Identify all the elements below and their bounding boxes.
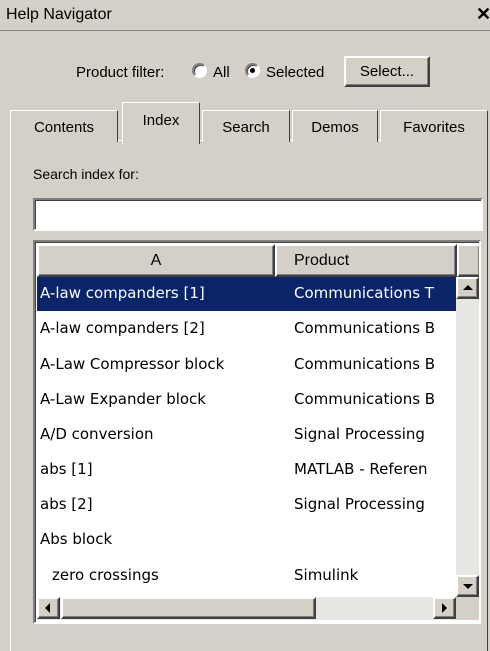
tab-index-label: Index: [142, 112, 180, 129]
index-term: A/D conversion: [40, 425, 154, 443]
arrow-down-icon: [463, 584, 473, 589]
title-bar: Help Navigator ✕: [0, 0, 490, 31]
table-row[interactable]: abs [2] Signal Processing: [37, 488, 456, 522]
index-term: A-law companders [1]: [40, 284, 205, 302]
scroll-down-button[interactable]: [456, 575, 479, 597]
index-term: abs [2]: [40, 495, 93, 513]
radio-all-label: All: [213, 64, 230, 81]
tab-demos-label: Demos: [311, 119, 359, 136]
search-index-label: Search index for:: [33, 166, 139, 182]
table-body: A-law companders [1] Communications T A-l…: [37, 277, 456, 597]
table-row[interactable]: zero crossings Simulink: [37, 559, 456, 593]
tab-index[interactable]: Index: [122, 102, 200, 144]
column-header-a[interactable]: A: [37, 244, 275, 277]
table-row[interactable]: A-law companders [1] Communications T: [37, 277, 456, 311]
table-row[interactable]: A-Law Compressor block Communications B: [37, 348, 456, 382]
product-filter-label: Product filter:: [76, 64, 165, 81]
tab-demos[interactable]: Demos: [292, 110, 378, 142]
arrow-left-icon: [45, 603, 50, 613]
index-term: A-law companders [2]: [40, 319, 205, 337]
index-product: Signal Processing: [294, 495, 425, 513]
index-term: A-Law Expander block: [40, 390, 206, 408]
table-header: A Product: [37, 244, 479, 277]
horizontal-scrollbar[interactable]: [37, 597, 456, 620]
index-product: Signal Processing: [294, 425, 425, 443]
tab-favorites-label: Favorites: [403, 119, 465, 136]
vertical-scrollbar[interactable]: [456, 277, 479, 597]
tab-contents-label: Contents: [33, 119, 95, 136]
radio-selected-label: Selected: [266, 64, 325, 81]
index-term: zero crossings: [52, 566, 159, 584]
scroll-right-button[interactable]: [433, 597, 456, 619]
header-corner: [457, 244, 479, 277]
table-row[interactable]: A-Law Expander block Communications B: [37, 383, 456, 417]
table-row[interactable]: abs [1] MATLAB - Referen: [37, 453, 456, 487]
radio-all[interactable]: [192, 63, 207, 78]
table-row[interactable]: Abs block: [37, 523, 456, 557]
scroll-up-button[interactable]: [456, 277, 479, 299]
radio-selected[interactable]: [245, 63, 260, 78]
column-header-a-label: A: [150, 252, 162, 269]
scrollbar-corner: [456, 597, 479, 620]
horizontal-scroll-thumb[interactable]: [61, 597, 316, 619]
index-term: A-Law Compressor block: [40, 355, 225, 373]
tab-bar: Contents Index Search Demos Favorites: [10, 102, 490, 144]
tab-contents[interactable]: Contents: [10, 110, 118, 142]
column-header-product-label: Product: [294, 252, 350, 269]
arrow-right-icon: [442, 603, 447, 613]
index-product: Communications T: [294, 284, 434, 302]
column-header-product[interactable]: Product: [275, 244, 457, 277]
arrow-up-icon: [463, 285, 473, 290]
close-icon[interactable]: ✕: [476, 4, 490, 24]
tab-favorites[interactable]: Favorites: [380, 110, 488, 142]
index-product: Communications B: [294, 319, 436, 337]
window-title: Help Navigator: [6, 6, 112, 23]
product-filter: Product filter: All Selected Select...: [0, 52, 490, 92]
index-term: Abs block: [40, 530, 113, 548]
table-row[interactable]: A-law companders [2] Communications B: [37, 312, 456, 346]
tab-search[interactable]: Search: [202, 110, 290, 142]
tab-search-label: Search: [222, 119, 270, 136]
search-index-input[interactable]: [33, 198, 483, 231]
index-product: MATLAB - Referen: [294, 460, 428, 478]
index-product: Communications B: [294, 390, 436, 408]
scroll-left-button[interactable]: [37, 597, 60, 619]
index-term: abs [1]: [40, 460, 93, 478]
index-table: A Product A-law companders [1] Communicat…: [33, 240, 481, 624]
table-row[interactable]: A/D conversion Signal Processing: [37, 418, 456, 452]
select-button[interactable]: Select...: [344, 56, 430, 87]
index-product: Simulink: [294, 566, 359, 584]
index-product: Communications B: [294, 355, 436, 373]
